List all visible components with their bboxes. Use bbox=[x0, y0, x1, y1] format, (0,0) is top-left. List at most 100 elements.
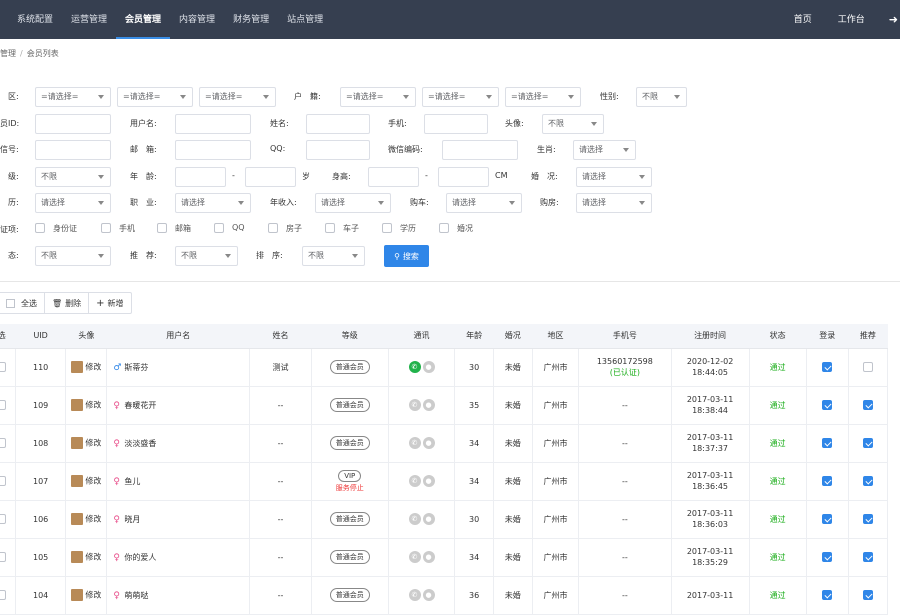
qq-icon[interactable]: ● bbox=[422, 399, 435, 411]
gender-select[interactable]: 不限 bbox=[636, 87, 687, 107]
income-select[interactable]: 请选择 bbox=[315, 193, 391, 213]
education-select[interactable]: 请选择 bbox=[35, 193, 111, 213]
recommend-select[interactable]: 不限 bbox=[175, 246, 238, 266]
edit-link[interactable]: 修改 bbox=[85, 363, 101, 372]
nav-workbench[interactable]: 工作台 bbox=[838, 0, 865, 39]
login-checkbox[interactable] bbox=[822, 400, 833, 410]
signal-input[interactable] bbox=[35, 140, 111, 160]
username-link[interactable]: 你的爱人 bbox=[124, 553, 156, 562]
cert-phone-checkbox[interactable]: 手机 bbox=[101, 223, 135, 234]
status-select[interactable]: 不限 bbox=[35, 246, 111, 266]
qq-icon[interactable]: ● bbox=[422, 475, 435, 487]
username-link[interactable]: 淡淡盛香 bbox=[124, 439, 156, 448]
add-button[interactable]: + 新增 bbox=[89, 293, 130, 313]
height-max-input[interactable] bbox=[438, 166, 489, 187]
qq-icon[interactable]: ● bbox=[422, 361, 435, 373]
region-province-select[interactable]: =请选择= bbox=[35, 87, 111, 107]
username-link[interactable]: 春暖花开 bbox=[124, 401, 156, 410]
wechat-icon[interactable]: ✆ bbox=[408, 589, 421, 601]
avatar-select[interactable]: 不限 bbox=[542, 113, 604, 134]
wechat-icon[interactable]: ✆ bbox=[408, 361, 421, 373]
cert-qq-checkbox[interactable]: QQ bbox=[214, 222, 245, 233]
recommend-checkbox[interactable] bbox=[862, 514, 873, 524]
wechat-icon[interactable]: ✆ bbox=[408, 513, 421, 525]
login-checkbox[interactable] bbox=[822, 476, 833, 486]
username-link[interactable]: 斯蒂芬 bbox=[124, 363, 148, 372]
edit-link[interactable]: 修改 bbox=[85, 591, 101, 600]
login-checkbox[interactable] bbox=[822, 362, 833, 372]
job-select[interactable]: 请选择 bbox=[175, 193, 251, 213]
recommend-checkbox[interactable] bbox=[862, 362, 873, 372]
wechat-icon[interactable]: ✆ bbox=[408, 475, 421, 487]
hukou-province-select[interactable]: =请选择= bbox=[340, 87, 416, 107]
cert-car-checkbox[interactable]: 车子 bbox=[325, 223, 359, 234]
username-link[interactable]: 鱼儿 bbox=[124, 477, 140, 486]
sort-select[interactable]: 不限 bbox=[302, 246, 365, 266]
username-link[interactable]: 晓月 bbox=[124, 515, 140, 524]
row-checkbox[interactable] bbox=[0, 514, 7, 524]
login-checkbox[interactable] bbox=[822, 590, 833, 600]
nav-operations[interactable]: 运营管理 bbox=[62, 0, 116, 39]
login-checkbox[interactable] bbox=[822, 438, 833, 448]
row-checkbox[interactable] bbox=[0, 476, 7, 486]
cert-email-checkbox[interactable]: 邮箱 bbox=[157, 223, 191, 234]
edit-link[interactable]: 修改 bbox=[85, 477, 101, 486]
breadcrumb-parent[interactable]: 管理 bbox=[0, 49, 16, 58]
region-city-select[interactable]: =请选择= bbox=[117, 87, 193, 107]
hukou-city-select[interactable]: =请选择= bbox=[422, 87, 499, 107]
recommend-checkbox[interactable] bbox=[862, 590, 873, 600]
house-select[interactable]: 请选择 bbox=[576, 193, 652, 213]
row-checkbox[interactable] bbox=[0, 400, 7, 410]
cert-house-checkbox[interactable]: 房子 bbox=[268, 223, 302, 234]
nav-site[interactable]: 站点管理 bbox=[278, 0, 332, 39]
username-link[interactable]: 萌萌哒 bbox=[124, 591, 148, 600]
age-max-input[interactable] bbox=[245, 166, 296, 187]
nav-content[interactable]: 内容管理 bbox=[170, 0, 224, 39]
qq-icon[interactable]: ● bbox=[422, 551, 435, 563]
qq-icon[interactable]: ● bbox=[422, 513, 435, 525]
row-checkbox[interactable] bbox=[0, 590, 7, 600]
edit-link[interactable]: 修改 bbox=[85, 401, 101, 410]
qq-icon[interactable]: ● bbox=[422, 589, 435, 601]
uid-input[interactable] bbox=[35, 113, 111, 134]
cert-education-checkbox[interactable]: 学历 bbox=[382, 223, 416, 234]
row-checkbox[interactable] bbox=[0, 552, 7, 562]
car-select[interactable]: 请选择 bbox=[446, 193, 522, 213]
wechat-icon[interactable]: ✆ bbox=[408, 399, 421, 411]
wechat-icon[interactable]: ✆ bbox=[408, 437, 421, 449]
zodiac-select[interactable]: 请选择 bbox=[573, 140, 636, 160]
nav-system-config[interactable]: 系统配置 bbox=[8, 0, 62, 39]
nav-finance[interactable]: 财务管理 bbox=[224, 0, 278, 39]
name-input[interactable] bbox=[306, 113, 370, 134]
wechat-input[interactable] bbox=[442, 140, 518, 160]
login-checkbox[interactable] bbox=[822, 552, 833, 562]
mailbox-input[interactable] bbox=[175, 140, 251, 160]
cert-idcard-checkbox[interactable]: 身份证 bbox=[35, 223, 77, 234]
row-checkbox[interactable] bbox=[0, 438, 7, 448]
row-checkbox[interactable] bbox=[0, 362, 7, 372]
recommend-checkbox[interactable] bbox=[862, 552, 873, 562]
edit-link[interactable]: 修改 bbox=[85, 553, 101, 562]
search-button[interactable]: ⚲ 搜索 bbox=[384, 245, 429, 267]
login-checkbox[interactable] bbox=[822, 514, 833, 524]
delete-button[interactable]: 🗑 删除 bbox=[45, 293, 90, 313]
qq-input[interactable] bbox=[306, 140, 370, 160]
logout-icon[interactable]: ➜ bbox=[889, 0, 898, 39]
wechat-icon[interactable]: ✆ bbox=[408, 551, 421, 563]
grade-select[interactable]: 不限 bbox=[35, 166, 111, 187]
recommend-checkbox[interactable] bbox=[862, 438, 873, 448]
recommend-checkbox[interactable] bbox=[862, 476, 873, 486]
marriage-select[interactable]: 请选择 bbox=[576, 166, 652, 187]
select-all-checkbox[interactable] bbox=[6, 298, 15, 308]
edit-link[interactable]: 修改 bbox=[85, 439, 101, 448]
select-all-button[interactable]: 全选 bbox=[0, 293, 45, 313]
region-district-select[interactable]: =请选择= bbox=[199, 87, 276, 107]
recommend-checkbox[interactable] bbox=[862, 400, 873, 410]
edit-link[interactable]: 修改 bbox=[85, 515, 101, 524]
hukou-district-select[interactable]: =请选择= bbox=[505, 87, 581, 107]
nav-home[interactable]: 首页 bbox=[794, 0, 812, 39]
qq-icon[interactable]: ● bbox=[422, 437, 435, 449]
nav-members[interactable]: 会员管理 bbox=[116, 0, 171, 39]
phone-input[interactable] bbox=[424, 113, 488, 134]
username-input[interactable] bbox=[175, 113, 251, 134]
